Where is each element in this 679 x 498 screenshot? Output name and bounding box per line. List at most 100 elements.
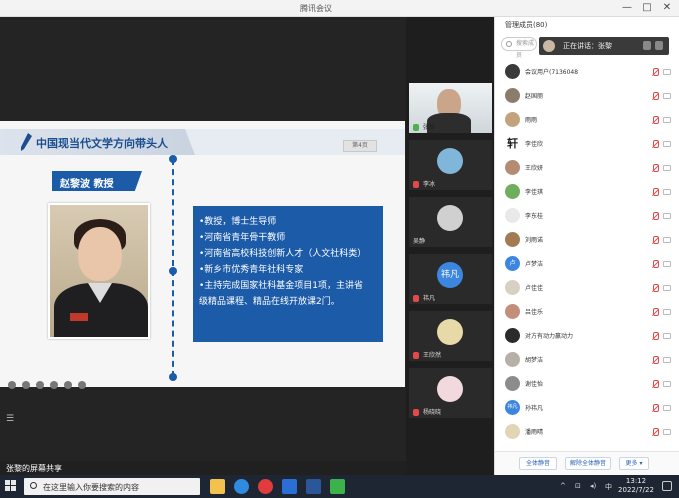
mic-muted-icon[interactable] xyxy=(652,68,659,76)
badge-icon xyxy=(70,313,88,321)
wechat-icon[interactable] xyxy=(330,479,345,494)
participant-row[interactable]: 吕佳乐 xyxy=(495,301,679,323)
video-tile-name: 李冰 xyxy=(423,181,436,188)
camera-off-icon[interactable] xyxy=(663,165,671,171)
mic-muted-icon[interactable] xyxy=(652,188,659,196)
tray-expand-icon[interactable]: ^ xyxy=(560,482,566,490)
camera-off-icon[interactable] xyxy=(663,357,671,363)
windows-start-icon[interactable] xyxy=(5,480,17,492)
camera-off-icon[interactable] xyxy=(663,69,671,75)
video-tile[interactable]: 吴静 xyxy=(409,197,492,247)
participant-row[interactable]: 卢卢梦洁 xyxy=(495,253,679,275)
unmute-all-button[interactable]: 解除全体静音 xyxy=(565,457,611,470)
file-explorer-icon[interactable] xyxy=(210,479,225,494)
participant-name: 对方有动力赢动力 xyxy=(525,333,574,340)
camera-off-icon[interactable] xyxy=(663,189,671,195)
video-tile[interactable]: 李冰 xyxy=(409,140,492,190)
participant-row[interactable]: 祎凡 孙祎凡 xyxy=(495,397,679,419)
participant-row[interactable]: 潘雨晴 xyxy=(495,421,679,443)
participant-row[interactable]: 谢佳怡 xyxy=(495,373,679,395)
camera-off-icon[interactable] xyxy=(663,381,671,387)
panel-footer: 全体静音 解除全体静音 更多 ▾ xyxy=(495,451,679,475)
pen-tool-icon[interactable] xyxy=(36,381,44,389)
participant-row[interactable]: 卢佳佳 xyxy=(495,277,679,299)
mic-icon[interactable] xyxy=(643,41,651,50)
edge-browser-icon[interactable] xyxy=(234,479,249,494)
slide-toolbar xyxy=(8,374,92,389)
view-icon[interactable] xyxy=(64,381,72,389)
camera-off-icon[interactable] xyxy=(663,333,671,339)
mic-muted-icon[interactable] xyxy=(652,140,659,148)
participant-row[interactable]: 会议用户(7136048 xyxy=(495,61,679,83)
more-button[interactable]: 更多 ▾ xyxy=(619,457,649,470)
close-button[interactable]: ✕ xyxy=(660,2,674,14)
camera-off-icon[interactable] xyxy=(663,429,671,435)
mic-muted-icon[interactable] xyxy=(652,428,659,436)
mic-muted-icon[interactable] xyxy=(652,332,659,340)
camera-off-icon[interactable] xyxy=(663,93,671,99)
avatar xyxy=(437,319,463,345)
next-slide-icon[interactable] xyxy=(22,381,30,389)
maximize-button[interactable]: □ xyxy=(640,2,654,14)
app-icon[interactable] xyxy=(258,479,273,494)
mic-muted-icon[interactable] xyxy=(652,308,659,316)
mic-muted-icon[interactable] xyxy=(652,212,659,220)
camera-off-icon[interactable] xyxy=(663,237,671,243)
mic-muted-icon xyxy=(413,352,419,359)
mic-muted-icon[interactable] xyxy=(652,260,659,268)
prev-slide-icon[interactable] xyxy=(8,381,16,389)
video-tile[interactable]: 张黎 xyxy=(409,83,492,133)
mic-muted-icon[interactable] xyxy=(652,164,659,172)
mute-all-button[interactable]: 全体静音 xyxy=(519,457,557,470)
volume-icon[interactable]: ◂) xyxy=(590,482,596,490)
mic-muted-icon[interactable] xyxy=(652,356,659,364)
list-icon[interactable]: ☰ xyxy=(6,414,16,424)
camera-off-icon[interactable] xyxy=(663,285,671,291)
participant-row[interactable]: 赵国丽 xyxy=(495,85,679,107)
avatar xyxy=(505,304,520,319)
more-icon[interactable] xyxy=(78,381,86,389)
meeting-app: 腾讯会议 — □ ✕ 中国现当代文学方向带头人 第4页 赵黎波 教授 •教授，博… xyxy=(0,0,679,475)
camera-off-icon[interactable] xyxy=(663,213,671,219)
mic-muted-icon[interactable] xyxy=(652,380,659,388)
participant-row[interactable]: 雨雨 xyxy=(495,109,679,131)
camera-icon[interactable] xyxy=(655,41,663,50)
camera-off-icon[interactable] xyxy=(663,141,671,147)
video-tile[interactable]: 王欣然 xyxy=(409,311,492,361)
member-search-input[interactable]: 搜索成员 xyxy=(501,37,537,59)
video-tile-name: 张黎 xyxy=(423,124,436,131)
mic-muted-icon[interactable] xyxy=(652,236,659,244)
camera-off-icon[interactable] xyxy=(663,261,671,267)
mic-muted-icon[interactable] xyxy=(652,116,659,124)
participant-row[interactable]: 胡梦洁 xyxy=(495,349,679,371)
participant-row[interactable]: 刘雨诺 xyxy=(495,229,679,251)
bio-line: •教授，博士生导师 xyxy=(199,217,277,227)
camera-off-icon[interactable] xyxy=(663,117,671,123)
word-icon[interactable] xyxy=(306,479,321,494)
taskbar-clock[interactable]: 13:12 2022/7/22 xyxy=(616,477,656,495)
taskbar-search-input[interactable]: 在这里输入你要搜索的内容 xyxy=(24,478,200,495)
video-tile-name: 王欣然 xyxy=(423,352,442,359)
ime-indicator[interactable]: 中 xyxy=(605,482,612,492)
video-tile[interactable]: 祎凡 祎凡 xyxy=(409,254,492,304)
slide-header: 中国现当代文学方向带头人 第4页 xyxy=(0,129,405,155)
notification-icon[interactable] xyxy=(662,481,672,491)
participant-row[interactable]: 李佳琪 xyxy=(495,181,679,203)
participant-row[interactable]: 轩李佳欣 xyxy=(495,133,679,155)
participant-row[interactable]: 李东桂 xyxy=(495,205,679,227)
camera-off-icon[interactable] xyxy=(663,309,671,315)
network-icon[interactable]: ⊡ xyxy=(575,482,581,490)
mic-muted-icon[interactable] xyxy=(652,92,659,100)
participant-row[interactable]: 王欣妍 xyxy=(495,157,679,179)
mic-muted-icon[interactable] xyxy=(652,404,659,412)
video-tile[interactable]: 杨晓晓 xyxy=(409,368,492,418)
mic-muted-icon[interactable] xyxy=(652,284,659,292)
tencent-meeting-icon[interactable] xyxy=(282,479,297,494)
participant-row[interactable]: 对方有动力赢动力 xyxy=(495,325,679,347)
avatar xyxy=(437,148,463,174)
minimize-button[interactable]: — xyxy=(620,2,634,14)
bio-line: •河南省高校科技创新人才（人文社科类） xyxy=(199,249,367,259)
camera-off-icon[interactable] xyxy=(663,405,671,411)
zoom-icon[interactable] xyxy=(50,381,58,389)
share-status-bar: 张黎的屏幕共享 xyxy=(0,461,406,475)
